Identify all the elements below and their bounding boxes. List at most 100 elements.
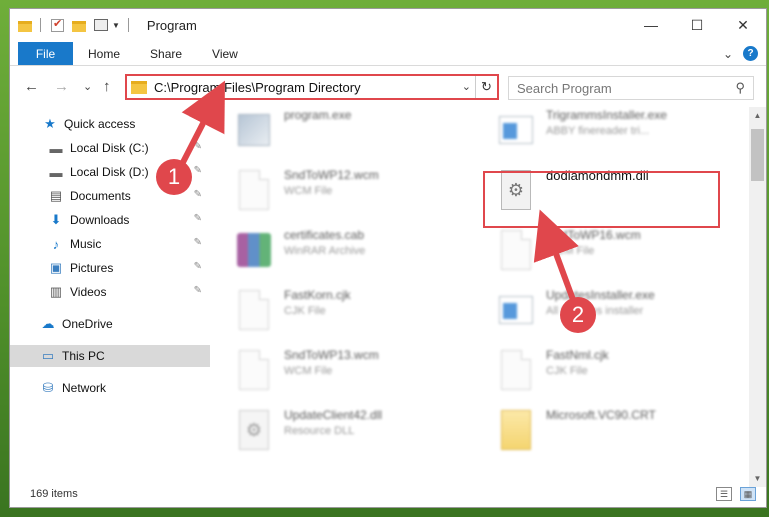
file-type: WCM File (546, 245, 595, 257)
customize-icon[interactable] (94, 19, 108, 31)
folder-icon (496, 406, 536, 454)
tab-home[interactable]: Home (73, 42, 135, 65)
file-name: SndToWP16.wcm (546, 228, 641, 242)
chevron-down-icon[interactable]: ⌄ (723, 47, 733, 61)
target-file-highlight (483, 171, 720, 228)
installer-file-icon (496, 286, 536, 334)
document-file-icon (496, 346, 536, 394)
file-item[interactable]: FastNml.cjk CJK File (482, 346, 732, 396)
file-item[interactable]: ⚙ UpdateClient42.dll Resource DLL (220, 406, 470, 456)
sidebar-item-onedrive[interactable]: ☁ OneDrive (10, 313, 210, 335)
address-bar[interactable]: C:\Program Files\Program Directory ⌄ ↻ (125, 74, 499, 100)
back-arrow-icon[interactable]: ← (24, 78, 39, 95)
sidebar-item-quick-access[interactable]: ★ Quick access (10, 113, 210, 135)
videos-icon: ▥ (49, 284, 63, 299)
minimize-button[interactable]: — (628, 9, 674, 41)
sidebar-item-label: Local Disk (C:) (70, 141, 149, 155)
tab-file[interactable]: File (18, 42, 73, 65)
search-placeholder: Search Program (517, 80, 612, 96)
file-item[interactable]: certificates.cab WinRAR Archive (220, 226, 470, 276)
file-item[interactable]: UpdatesInstaller.exeAll Updates installe… (482, 286, 732, 336)
installer-file-icon (496, 106, 536, 154)
folder-icon (18, 20, 32, 32)
vertical-scrollbar[interactable]: ▲ ▼ (749, 107, 766, 487)
folder-icon (131, 80, 147, 94)
pin-icon: ✎ (193, 261, 202, 272)
pictures-icon: ▣ (49, 260, 63, 275)
search-input[interactable]: Search Program ⚲ (508, 76, 754, 100)
file-name: FastNml.cjk (546, 348, 609, 362)
download-icon: ⬇ (50, 212, 62, 227)
file-type: Resource DLL (284, 425, 355, 437)
sidebar-item-label: OneDrive (62, 317, 113, 331)
scrollbar-thumb[interactable] (751, 129, 764, 181)
scroll-up-icon[interactable]: ▲ (749, 107, 766, 124)
file-item[interactable]: FastKorn.cjk CJK File (220, 286, 470, 336)
sidebar-item-music[interactable]: ♪ Music ✎ (10, 233, 210, 255)
help-icon[interactable]: ? (743, 46, 758, 61)
window-title: Program (146, 17, 197, 33)
forward-arrow-icon[interactable]: → (54, 78, 69, 95)
drive-icon: ▬ (49, 164, 63, 180)
pin-icon: ✎ (193, 189, 202, 200)
close-button[interactable]: ✕ (720, 9, 766, 41)
search-icon[interactable]: ⚲ (735, 80, 745, 96)
tab-view[interactable]: View (197, 42, 253, 65)
sidebar-item-network[interactable]: ⛁ Network (10, 377, 210, 399)
sidebar-item-local-disk-c[interactable]: ▬ Local Disk (C:) ✎ (10, 137, 210, 159)
tab-share[interactable]: Share (135, 42, 197, 65)
document-file-icon (234, 346, 274, 394)
maximize-button[interactable]: ☐ (674, 9, 720, 41)
refresh-icon[interactable]: ↻ (475, 76, 497, 98)
file-name: SndToWP13.wcm (284, 348, 379, 362)
chevron-down-icon[interactable]: ⌄ (462, 80, 471, 93)
large-icons-view-icon[interactable]: ▦ (740, 487, 756, 501)
pin-icon: ✎ (193, 285, 202, 296)
details-view-icon[interactable]: ☰ (716, 487, 732, 501)
network-icon: ⛁ (42, 380, 54, 395)
star-icon: ★ (44, 116, 56, 131)
file-name: FastKorn.cjk (284, 288, 351, 302)
file-type: WinRAR Archive (284, 245, 366, 257)
file-item[interactable]: SndToWP13.wcm WCM File (220, 346, 470, 396)
sidebar-item-label: Network (62, 381, 107, 395)
file-name: program.exe (284, 108, 352, 122)
file-item[interactable]: SndToWP12.wcm WCM File (220, 166, 470, 216)
pin-icon: ✎ (193, 141, 202, 152)
sidebar-item-pictures[interactable]: ▣ Pictures ✎ (10, 257, 210, 279)
file-type: WCM File (284, 185, 333, 197)
divider (40, 18, 41, 32)
file-type: ABBY finereader tri... (546, 125, 650, 137)
file-list: program.exe TrigrammsInstaller.exe ABBY f… (220, 104, 745, 484)
sidebar-item-this-pc[interactable]: ▭ This PC (10, 345, 210, 367)
recent-locations-icon[interactable]: ⌄ (83, 80, 92, 93)
chevron-down-icon[interactable]: ▼ (112, 21, 120, 30)
address-path: C:\Program Files\Program Directory (154, 79, 361, 95)
view-switcher: ☰ ▦ (716, 487, 756, 501)
file-type: CJK File (284, 305, 326, 317)
title-bar: ▼ Program — ☐ ✕ (10, 9, 766, 41)
sidebar-item-videos[interactable]: ▥ Videos ✎ (10, 281, 210, 303)
file-item[interactable]: Microsoft.VC90.CRT (482, 406, 732, 456)
sidebar-item-label: Downloads (70, 213, 130, 227)
sidebar-item-label: Pictures (70, 261, 114, 275)
step-2-badge: 2 (560, 297, 596, 333)
file-type: WCM File (284, 365, 333, 377)
music-icon: ♪ (52, 236, 60, 252)
sidebar-item-label: Videos (70, 285, 107, 299)
file-item[interactable]: program.exe (220, 106, 470, 156)
file-item[interactable]: SndToWP16.wcm WCM File (482, 226, 732, 276)
sidebar-item-label: This PC (62, 349, 105, 363)
new-folder-icon[interactable] (72, 20, 86, 32)
file-name: UpdatesInstaller.exe (546, 288, 655, 302)
file-name: SndToWP12.wcm (284, 168, 379, 182)
file-item[interactable]: TrigrammsInstaller.exe ABBY finereader tr… (482, 106, 732, 156)
computer-icon: ▭ (41, 348, 55, 363)
winrar-archive-icon (234, 226, 274, 274)
properties-check-icon[interactable] (51, 17, 64, 32)
up-arrow-icon[interactable]: ↑ (103, 78, 111, 95)
sidebar-item-label: Local Disk (D:) (70, 165, 149, 179)
sidebar-item-downloads[interactable]: ⬇ Downloads ✎ (10, 209, 210, 231)
item-count: 169 items (30, 488, 78, 500)
file-type: CJK File (546, 365, 588, 377)
